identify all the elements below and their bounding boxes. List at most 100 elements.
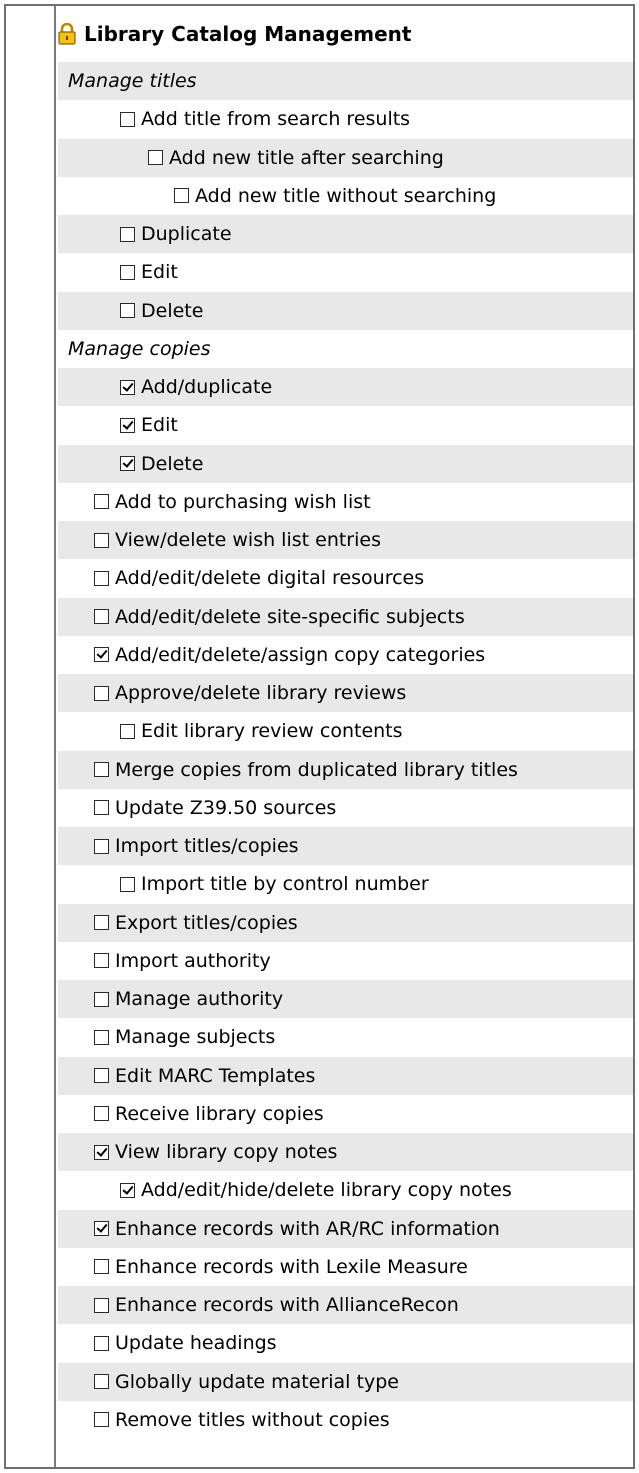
checkbox-checked[interactable]	[94, 647, 109, 663]
checkbox-unchecked[interactable]	[94, 1297, 109, 1313]
permission-row: Add/edit/hide/delete library copy notes	[58, 1171, 633, 1209]
permissions-panel: Library Catalog Management Manage titles…	[4, 4, 635, 1469]
checkbox-unchecked[interactable]	[94, 1029, 109, 1045]
permission-label[interactable]: Enhance records with Lexile Measure	[115, 1256, 468, 1278]
permission-label[interactable]: Add new title after searching	[169, 147, 444, 169]
permission-label[interactable]: Import authority	[115, 950, 271, 972]
permission-label[interactable]: Add new title without searching	[195, 185, 496, 207]
checkbox-unchecked[interactable]	[94, 532, 109, 548]
checkbox-unchecked[interactable]	[94, 1412, 109, 1428]
section-label: Manage titles	[68, 70, 197, 93]
checkbox-unchecked[interactable]	[120, 111, 135, 127]
permission-row: Add/edit/delete/assign copy categories	[58, 636, 633, 674]
permission-row: Delete	[58, 291, 633, 330]
section-header: Manage copies	[58, 330, 633, 368]
permission-list: Manage titles Add title from search resul…	[58, 62, 633, 1439]
checkbox-unchecked[interactable]	[94, 609, 109, 625]
permission-row: Enhance records with AllianceRecon	[58, 1286, 633, 1325]
permission-row: View library copy notes	[58, 1133, 633, 1172]
permission-label[interactable]: Add/edit/delete/assign copy categories	[115, 644, 485, 666]
checkbox-unchecked[interactable]	[94, 1259, 109, 1275]
permission-label[interactable]: Globally update material type	[115, 1371, 399, 1393]
permission-label[interactable]: Delete	[141, 453, 203, 475]
checkbox-checked[interactable]	[94, 1221, 109, 1237]
permission-row: Edit MARC Templates	[58, 1056, 633, 1095]
permission-row: Enhance records with Lexile Measure	[58, 1248, 633, 1286]
permission-row: Delete	[58, 444, 633, 483]
permission-row: Update headings	[58, 1324, 633, 1362]
permission-label[interactable]: Merge copies from duplicated library tit…	[115, 759, 518, 781]
checkbox-unchecked[interactable]	[94, 1374, 109, 1390]
checkbox-unchecked[interactable]	[148, 150, 163, 166]
permission-label[interactable]: Manage subjects	[115, 1026, 275, 1048]
permission-label[interactable]: Update Z39.50 sources	[115, 797, 336, 819]
checkbox-unchecked[interactable]	[94, 991, 109, 1007]
checkbox-checked[interactable]	[120, 379, 135, 395]
panel-title: Library Catalog Management	[84, 22, 412, 46]
permission-label[interactable]: Edit library review contents	[141, 720, 403, 742]
permission-label[interactable]: Import title by control number	[141, 873, 429, 895]
checkbox-unchecked[interactable]	[120, 723, 135, 739]
permission-label[interactable]: Duplicate	[141, 223, 232, 245]
permission-label[interactable]: Update headings	[115, 1332, 277, 1354]
permission-label[interactable]: Delete	[141, 300, 203, 322]
permission-row: Export titles/copies	[58, 903, 633, 942]
permission-label[interactable]: Enhance records with AllianceRecon	[115, 1294, 459, 1316]
permission-label[interactable]: View/delete wish list entries	[115, 529, 381, 551]
permission-label[interactable]: View library copy notes	[115, 1141, 337, 1163]
permission-label[interactable]: Add/duplicate	[141, 376, 272, 398]
permission-label[interactable]: Edit	[141, 261, 178, 283]
permission-label[interactable]: Add/edit/hide/delete library copy notes	[141, 1179, 512, 1201]
checkbox-checked[interactable]	[120, 456, 135, 472]
checkbox-unchecked[interactable]	[120, 876, 135, 892]
permission-label[interactable]: Edit	[141, 414, 178, 436]
permission-row: Merge copies from duplicated library tit…	[58, 750, 633, 789]
permission-row: Add/duplicate	[58, 368, 633, 407]
checkbox-unchecked[interactable]	[94, 1335, 109, 1351]
permission-row: Duplicate	[58, 215, 633, 254]
permission-label[interactable]: Add title from search results	[141, 108, 410, 130]
checkbox-unchecked[interactable]	[94, 1068, 109, 1084]
permission-label[interactable]: Add to purchasing wish list	[115, 491, 371, 513]
section-label: Manage copies	[68, 337, 211, 360]
permission-row: Enhance records with AR/RC information	[58, 1209, 633, 1248]
permission-row: Update Z39.50 sources	[58, 789, 633, 827]
permission-row: Edit	[58, 253, 633, 291]
checkbox-unchecked[interactable]	[120, 303, 135, 319]
checkbox-unchecked[interactable]	[94, 953, 109, 969]
permission-row: Remove titles without copies	[58, 1401, 633, 1439]
permission-label[interactable]: Add/edit/delete site-specific subjects	[115, 606, 465, 628]
checkbox-unchecked[interactable]	[120, 226, 135, 242]
permission-label[interactable]: Remove titles without copies	[115, 1409, 390, 1431]
divider-line	[54, 6, 56, 1467]
permission-row: Import title by control number	[58, 865, 633, 903]
permission-row: Approve/delete library reviews	[58, 674, 633, 713]
permission-row: Manage subjects	[58, 1018, 633, 1056]
checkbox-unchecked[interactable]	[94, 570, 109, 586]
checkbox-unchecked[interactable]	[120, 264, 135, 280]
permission-label[interactable]: Receive library copies	[115, 1103, 324, 1125]
checkbox-unchecked[interactable]	[94, 685, 109, 701]
permission-label[interactable]: Edit MARC Templates	[115, 1065, 315, 1087]
permission-row: Add new title without searching	[58, 177, 633, 215]
permission-label[interactable]: Export titles/copies	[115, 912, 298, 934]
checkbox-unchecked[interactable]	[94, 800, 109, 816]
permission-label[interactable]: Manage authority	[115, 988, 283, 1010]
checkbox-unchecked[interactable]	[174, 188, 189, 204]
permission-row: Add to purchasing wish list	[58, 483, 633, 521]
checkbox-checked[interactable]	[120, 417, 135, 433]
permission-label[interactable]: Enhance records with AR/RC information	[115, 1218, 500, 1240]
permission-row: Receive library copies	[58, 1095, 633, 1133]
checkbox-unchecked[interactable]	[94, 1106, 109, 1122]
permission-row: Edit	[58, 406, 633, 444]
permission-row: Manage authority	[58, 980, 633, 1019]
checkbox-unchecked[interactable]	[94, 915, 109, 931]
permission-label[interactable]: Add/edit/delete digital resources	[115, 567, 424, 589]
checkbox-unchecked[interactable]	[94, 762, 109, 778]
checkbox-unchecked[interactable]	[94, 494, 109, 510]
permission-label[interactable]: Approve/delete library reviews	[115, 682, 406, 704]
permission-label[interactable]: Import titles/copies	[115, 835, 299, 857]
checkbox-checked[interactable]	[120, 1182, 135, 1198]
checkbox-unchecked[interactable]	[94, 838, 109, 854]
checkbox-checked[interactable]	[94, 1144, 109, 1160]
